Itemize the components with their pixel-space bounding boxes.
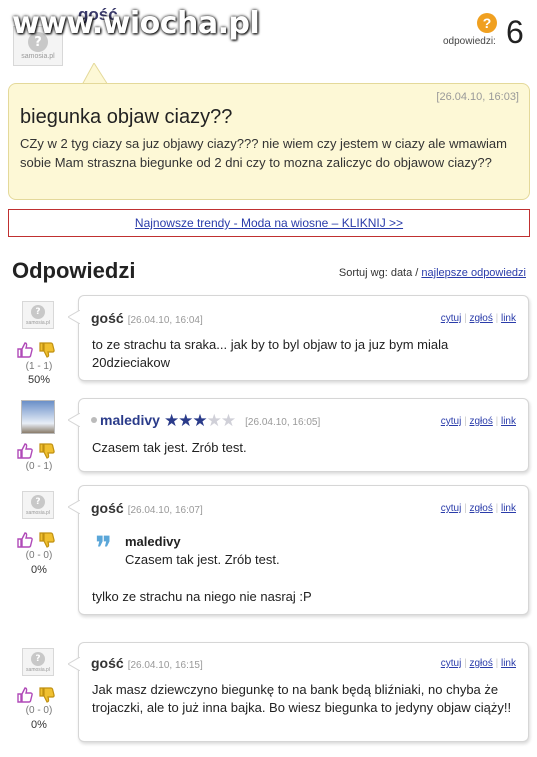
vote-count: (0 - 1) (25, 461, 53, 472)
thumb-up-icon[interactable] (16, 686, 34, 704)
avatar-label: samosia.pl (21, 53, 55, 60)
question-title: biegunka objaw ciazy?? (20, 106, 233, 128)
watermark: www.wiocha.pl (12, 6, 260, 41)
cite-link[interactable]: cytuj (441, 416, 462, 427)
answer-header: gość [26.04.10, 16:15] (91, 655, 203, 671)
answer-bubble: maledivy ★★★★★ [26.04.10, 16:05] cytuj | z… (68, 398, 529, 472)
anonymous-avatar-icon: ? (31, 651, 45, 666)
quote-icon: ❞ (95, 529, 113, 567)
question-bubble-tail (80, 63, 108, 85)
answer-header: maledivy ★★★★★ [26.04.10, 16:05] (91, 411, 320, 431)
answer-header: gość [26.04.10, 16:04] (91, 310, 203, 326)
thumb-down-icon[interactable] (38, 531, 56, 549)
report-link[interactable]: zgłoś (469, 658, 492, 669)
cite-link[interactable]: cytuj (441, 658, 462, 669)
sort-best-link[interactable]: najlepsze odpowiedzi (421, 267, 526, 279)
question-mark-icon: ? (477, 13, 497, 33)
vote-count: (0 - 0) (25, 550, 53, 561)
anonymous-avatar-icon: ? (31, 304, 45, 319)
vote-buttons (16, 442, 56, 460)
answer-avatar: ? samosia.pl (22, 301, 54, 329)
thumb-down-icon[interactable] (38, 686, 56, 704)
quote-text: Czasem tak jest. Zrób test. (125, 552, 280, 567)
thumb-up-icon[interactable] (16, 531, 34, 549)
answer-actions: cytuj | zgłoś | link (440, 313, 516, 324)
thumb-down-icon[interactable] (38, 341, 56, 359)
trend-link[interactable]: Najnowsze trendy - Moda na wiosne – KLIK… (135, 216, 403, 230)
report-link[interactable]: zgłoś (469, 416, 492, 427)
vote-count: (0 - 0) (25, 705, 53, 716)
sort-options: Sortuj wg: data / najlepsze odpowiedzi (339, 267, 526, 279)
answer-bubble: gość [26.04.10, 16:04] cytuj | zgłoś | li… (68, 295, 529, 381)
answer-actions: cytuj | zgłoś | link (440, 503, 516, 514)
sort-label: Sortuj wg: data / (338, 267, 419, 279)
question-box: [26.04.10, 16:03] biegunka objaw ciazy??… (8, 83, 530, 200)
answer-author[interactable]: gość (91, 500, 124, 516)
question-date: [26.04.10, 16:03] (436, 91, 519, 103)
bubble-tail (68, 310, 80, 324)
answer-date: [26.04.10, 16:05] (245, 417, 321, 428)
bubble-tail (68, 657, 80, 671)
avatar-label: samosia.pl (26, 319, 50, 326)
star-icon: ★★ (206, 411, 237, 431)
vote-percent: 0% (31, 719, 47, 731)
answer-bubble: gość [26.04.10, 16:07] cytuj | zgłoś | li… (68, 485, 529, 615)
answer-avatar: ? samosia.pl (22, 648, 54, 676)
answer-text: to ze strachu ta sraka... jak by to byl … (92, 337, 449, 370)
answer-date: [26.04.10, 16:15] (127, 660, 203, 671)
permalink[interactable]: link (501, 313, 516, 324)
star-icon: ★★★ (163, 411, 208, 431)
thumb-up-icon[interactable] (16, 442, 34, 460)
report-link[interactable]: zgłoś (469, 313, 492, 324)
vote-buttons (16, 341, 56, 359)
answers-count: 6 (506, 14, 524, 50)
answer-text: Jak masz dziewczyno biegunkę to na bank … (92, 682, 512, 715)
report-link[interactable]: zgłoś (469, 503, 492, 514)
cite-link[interactable]: cytuj (441, 313, 462, 324)
question-body: CZy w 2 tyg ciazy sa juz objawy ciazy???… (20, 136, 507, 170)
vote-percent: 0% (31, 564, 47, 576)
answer-text: tylko ze strachu na niego nie nasraj :P (92, 589, 312, 604)
permalink[interactable]: link (501, 503, 516, 514)
answer-text: Czasem tak jest. Zrób test. (92, 440, 247, 455)
answer-bubble: gość [26.04.10, 16:15] cytuj | zgłoś | li… (68, 642, 529, 742)
answers-label: odpowiedzi: (443, 36, 496, 47)
answer-date: [26.04.10, 16:04] (127, 315, 203, 326)
thumb-up-icon[interactable] (16, 341, 34, 359)
bubble-tail (68, 413, 80, 427)
answers-heading: Odpowiedzi (12, 258, 136, 283)
answer-actions: cytuj | zgłoś | link (440, 658, 516, 669)
user-avatar[interactable] (21, 400, 55, 434)
avatar-label: samosia.pl (26, 509, 50, 516)
vote-percent: 50% (27, 374, 51, 386)
answer-author[interactable]: maledivy (100, 412, 160, 428)
vote-buttons (16, 531, 56, 549)
permalink[interactable]: link (501, 416, 516, 427)
answer-date: [26.04.10, 16:07] (127, 505, 203, 516)
cite-link[interactable]: cytuj (441, 503, 462, 514)
answer-header: gość [26.04.10, 16:07] (91, 500, 203, 516)
answer-author[interactable]: gość (91, 310, 124, 326)
avatar-label: samosia.pl (26, 666, 50, 673)
answer-avatar: ? samosia.pl (22, 491, 54, 519)
vote-buttons (16, 686, 56, 704)
user-status-dot (91, 417, 97, 423)
user-rating-stars: ★★★★★ (163, 411, 237, 431)
answer-author[interactable]: gość (91, 655, 124, 671)
trend-banner: Najnowsze trendy - Moda na wiosne – KLIK… (8, 209, 530, 237)
permalink[interactable]: link (501, 658, 516, 669)
thumb-down-icon[interactable] (38, 442, 56, 460)
quote-author: maledivy (125, 534, 181, 549)
bubble-tail (68, 500, 80, 514)
answer-actions: cytuj | zgłoś | link (440, 416, 516, 427)
vote-count: (1 - 1) (25, 361, 53, 372)
anonymous-avatar-icon: ? (31, 494, 45, 509)
